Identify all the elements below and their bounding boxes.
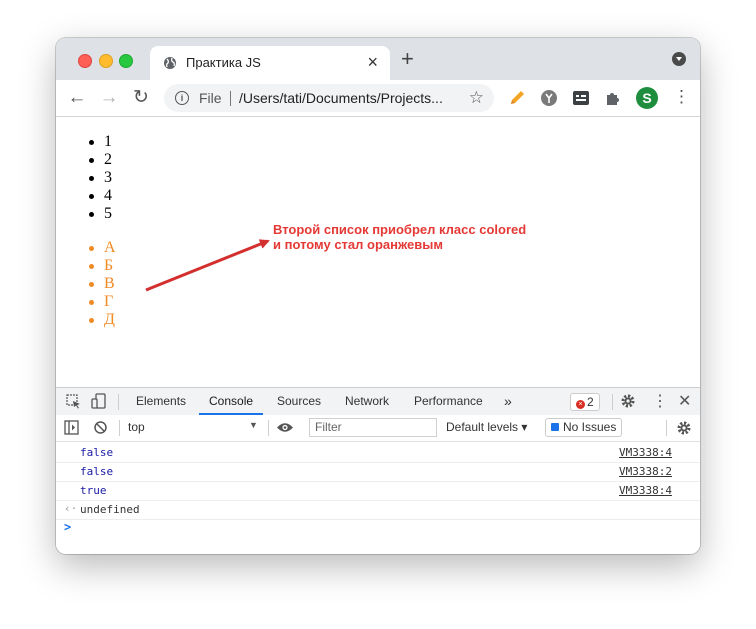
return-arrow-icon: ‹· [64, 502, 78, 515]
log-levels-dropdown[interactable]: Default levels ▾ [446, 420, 527, 434]
context-selector[interactable]: top [128, 420, 145, 434]
react-devtools-extension-icon[interactable] [540, 89, 558, 107]
device-toolbar-icon[interactable] [91, 393, 106, 409]
console-toolbar: top ▼ Filter Default levels ▾ No Issues [56, 415, 700, 442]
tab-elements[interactable]: Elements [136, 388, 186, 415]
zoom-window-button[interactable] [119, 54, 133, 68]
annotation-arrow-icon [145, 239, 270, 292]
issues-button[interactable]: No Issues [545, 418, 623, 437]
close-devtools-icon[interactable]: ✕ [678, 388, 691, 415]
browser-tab[interactable]: Практика JS × [150, 46, 390, 80]
close-window-button[interactable] [78, 54, 92, 68]
puzzle-extensions-icon[interactable] [604, 89, 622, 107]
info-icon[interactable]: i [175, 91, 189, 105]
log-value: false [80, 446, 114, 459]
tab-sources[interactable]: Sources [277, 388, 321, 415]
toolbar-divider [612, 394, 613, 410]
console-log-row: false VM3338:2 [56, 463, 700, 482]
error-count: 2 [587, 395, 594, 409]
address-bar[interactable]: i File /Users/tati/Documents/Projects...… [164, 84, 494, 112]
toolbar-divider [268, 420, 269, 436]
tab-performance[interactable]: Performance [414, 388, 483, 415]
tab-network[interactable]: Network [345, 388, 389, 415]
settings-gear-icon[interactable] [620, 393, 636, 409]
console-filter-input[interactable]: Filter [309, 418, 437, 437]
tab-close-icon[interactable]: × [367, 53, 378, 71]
inspect-element-icon[interactable] [66, 394, 81, 409]
devtools-tabbar: Elements Console Sources Network Perform… [56, 387, 700, 416]
bookmark-star-icon[interactable]: ☆ [469, 88, 484, 108]
tab-console[interactable]: Console [198, 388, 264, 415]
annotation-line: и потому стал оранжевым [273, 237, 443, 252]
title-bar: Практика JS × + [56, 38, 700, 80]
more-tabs-icon[interactable]: » [504, 388, 512, 415]
reload-icon[interactable]: ↻ [130, 87, 152, 109]
chevron-down-icon[interactable]: ▼ [249, 420, 258, 430]
error-icon: × [576, 400, 585, 409]
page-viewport: 1 2 3 4 5 А Б В Г Д Второй список приобр… [56, 117, 700, 387]
url-text[interactable]: /Users/tati/Documents/Projects... [239, 90, 443, 106]
browser-menu-icon[interactable]: ⋮ [673, 88, 690, 106]
profile-avatar[interactable]: S [636, 87, 658, 109]
browser-toolbar: ← → ↻ i File /Users/tati/Documents/Proje… [56, 80, 700, 117]
annotation-line: Второй список приобрел класс colored [273, 222, 527, 237]
console-log-row: true VM3338:4 [56, 482, 700, 501]
console-output: false VM3338:4 false VM3338:2 true VM333… [56, 442, 700, 554]
console-prompt[interactable]: > [64, 520, 71, 534]
toolbar-divider [119, 420, 120, 436]
pencil-extension-icon[interactable] [508, 89, 526, 107]
annotation-text: Второй список приобрел класс colored и п… [273, 222, 526, 252]
new-tab-plus-icon[interactable]: + [401, 48, 414, 70]
eye-icon[interactable] [276, 421, 294, 434]
window-extension-icon[interactable] [572, 89, 590, 107]
return-value: undefined [80, 503, 140, 516]
log-value: true [80, 484, 107, 497]
back-arrow-icon[interactable]: ← [66, 87, 88, 109]
minimize-window-button[interactable] [99, 54, 113, 68]
scheme-label: File [199, 90, 222, 106]
log-source-link[interactable]: VM3338:4 [619, 446, 672, 459]
console-settings-gear-icon[interactable] [676, 420, 692, 436]
toolbar-divider [666, 420, 667, 436]
console-log-row: false VM3338:4 [56, 444, 700, 463]
console-return-row: ‹· undefined [56, 501, 700, 520]
sidebar-toggle-icon[interactable] [64, 420, 79, 435]
browser-window: Практика JS × + ← → ↻ i File /Users/tati… [56, 38, 700, 554]
log-source-link[interactable]: VM3338:2 [619, 465, 672, 478]
globe-icon [164, 57, 176, 69]
clear-console-icon[interactable] [93, 420, 108, 435]
tab-search-icon[interactable] [672, 52, 686, 66]
issues-icon [551, 423, 559, 431]
address-separator [230, 91, 231, 106]
issues-label: No Issues [563, 420, 617, 434]
error-count-badge[interactable]: × 2 [570, 393, 600, 411]
tab-title: Практика JS [186, 55, 261, 70]
log-source-link[interactable]: VM3338:4 [619, 484, 672, 497]
forward-arrow-icon[interactable]: → [98, 87, 120, 109]
toolbar-divider [118, 394, 119, 410]
log-value: false [80, 465, 114, 478]
devtools-menu-icon[interactable]: ⋮ [652, 388, 668, 415]
